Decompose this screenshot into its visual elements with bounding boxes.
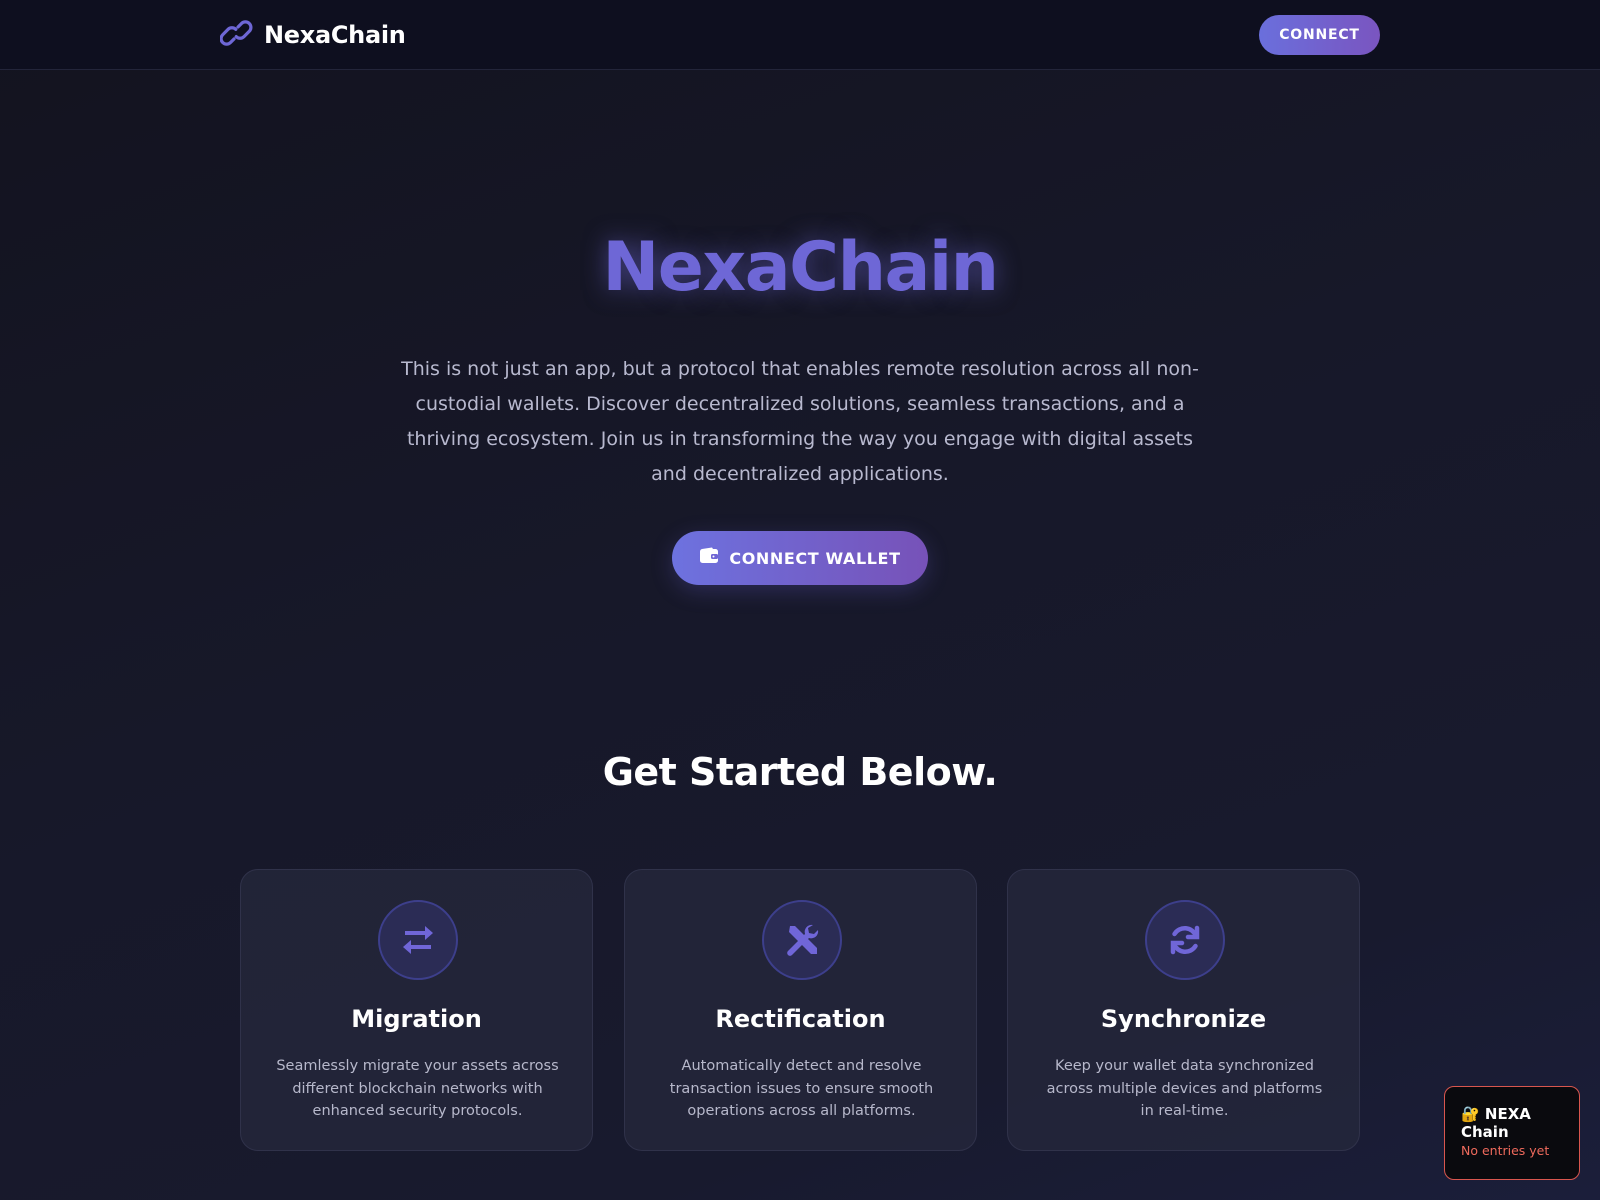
card-description: Keep your wallet data synchronized acros… [1046,1058,1323,1119]
feature-card-synchronize[interactable]: Synchronize Keep your wallet data synchr… [1007,869,1360,1151]
card-description: Seamlessly migrate your assets across di… [276,1058,559,1119]
widget-status: No entries yet [1461,1143,1550,1158]
wallet-icon [699,547,719,569]
top-nav: NexaChain CONNECT [0,0,1600,70]
card-title: Rectification [715,1005,886,1033]
sync-icon [1145,900,1225,980]
feature-card-rectification[interactable]: Rectification Automatically detect and r… [624,869,977,1151]
brand-logo[interactable]: NexaChain [219,18,406,52]
hero-description: This is not just an app, but a protocol … [401,358,1199,485]
widget-title: 🔐 NEXA Chain [1461,1105,1531,1141]
card-title: Migration [351,1005,482,1033]
exchange-arrows-icon [378,900,458,980]
link-chain-icon [219,19,254,51]
feature-card-migration[interactable]: Migration Seamlessly migrate your assets… [240,869,593,1151]
nav-connect-button[interactable]: CONNECT [1259,15,1380,55]
card-title: Synchronize [1100,1005,1267,1033]
section-heading: Get Started Below. [602,750,998,794]
tools-icon [762,900,842,980]
nexa-chain-widget[interactable]: 🔐 NEXA Chain No entries yet [1444,1086,1580,1180]
connect-wallet-button[interactable]: CONNECT WALLET [672,531,928,585]
card-description: Automatically detect and resolve transac… [669,1058,934,1119]
brand-name: NexaChain [264,21,406,49]
connect-wallet-label: CONNECT WALLET [729,548,901,568]
hero-title: NexaChain [602,228,999,307]
